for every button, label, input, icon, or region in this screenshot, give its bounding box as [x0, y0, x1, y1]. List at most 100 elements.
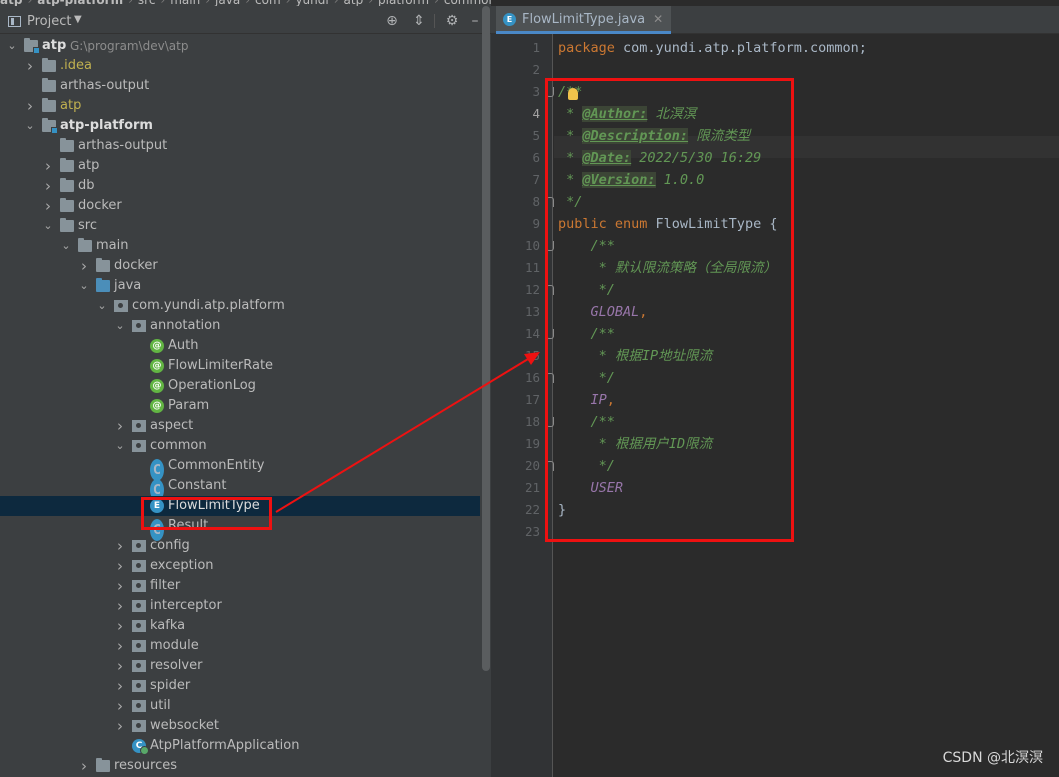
- tab-flowlimittype[interactable]: E FlowLimitType.java ✕: [496, 6, 672, 34]
- tree-item-label: AtpPlatformApplication: [150, 738, 300, 753]
- line-number: 2: [532, 62, 540, 77]
- tree-item[interactable]: › .idea: [0, 56, 480, 76]
- line-number: 12: [524, 282, 540, 297]
- tree-item[interactable]: ⌄ atp-platform: [0, 116, 480, 136]
- tree-item[interactable]: @ Auth: [0, 336, 480, 356]
- chevron-right-icon[interactable]: ›: [114, 556, 126, 576]
- tree-item[interactable]: C AtpPlatformApplication: [0, 736, 480, 756]
- folder-icon: [96, 758, 110, 772]
- gear-icon[interactable]: ⚙: [443, 12, 461, 30]
- collapse-icon[interactable]: ⇕: [410, 12, 428, 30]
- tree-item[interactable]: › kafka: [0, 616, 480, 636]
- tree-item[interactable]: ⌄ com.yundi.atp.platform: [0, 296, 480, 316]
- tree-item[interactable]: @ FlowLimiterRate: [0, 356, 480, 376]
- chevron-right-icon[interactable]: ›: [42, 196, 54, 216]
- chevron-right-icon[interactable]: ›: [114, 616, 126, 636]
- project-panel-title[interactable]: Project: [27, 14, 71, 29]
- folder-icon: [96, 278, 110, 292]
- chevron-right-icon[interactable]: ›: [24, 56, 36, 76]
- line-number: 5: [532, 128, 540, 143]
- tree-item[interactable]: › atp: [0, 156, 480, 176]
- chevron-down-icon[interactable]: ⌄: [42, 216, 54, 236]
- chevron-right-icon[interactable]: ›: [114, 416, 126, 436]
- chevron-down-icon[interactable]: ⌄: [24, 116, 36, 136]
- package-icon: [132, 680, 146, 692]
- tree-item[interactable]: ⌄ common: [0, 436, 480, 456]
- tree-item[interactable]: ⌄ main: [0, 236, 480, 256]
- tree-item-label: websocket: [150, 718, 219, 733]
- app-class-icon: C: [132, 739, 149, 755]
- package-icon: [132, 720, 146, 732]
- watermark: CSDN @北溟溟: [942, 750, 1043, 766]
- code-token: com.yundi.atp.platform.common;: [614, 40, 867, 56]
- line-number: 6: [532, 150, 540, 165]
- tree-item[interactable]: › util: [0, 696, 480, 716]
- tree-item[interactable]: › filter: [0, 576, 480, 596]
- tree-item[interactable]: › config: [0, 536, 480, 556]
- tree-item[interactable]: › atp: [0, 96, 480, 116]
- tree-item[interactable]: ⌄ java: [0, 276, 480, 296]
- chevron-right-icon[interactable]: ›: [42, 156, 54, 176]
- chevron-right-icon[interactable]: ›: [42, 176, 54, 196]
- tree-item-label: CommonEntity: [168, 458, 265, 473]
- package-icon: [132, 440, 146, 452]
- chevron-right-icon[interactable]: ›: [114, 656, 126, 676]
- tree-item-label: Auth: [168, 338, 199, 353]
- chevron-right-icon[interactable]: ›: [78, 756, 90, 776]
- chevron-right-icon[interactable]: ›: [114, 696, 126, 716]
- tree-item[interactable]: › resolver: [0, 656, 480, 676]
- chevron-right-icon[interactable]: ›: [114, 636, 126, 656]
- chevron-right-icon[interactable]: ›: [114, 536, 126, 556]
- chevron-down-icon[interactable]: ⌄: [6, 36, 18, 56]
- folder-icon: [96, 258, 110, 272]
- chevron-right-icon[interactable]: ›: [114, 716, 126, 736]
- chevron-down-icon[interactable]: ⌄: [96, 296, 108, 316]
- chevron-down-icon[interactable]: ⌄: [78, 276, 90, 296]
- package-icon: [132, 640, 146, 652]
- project-panel-header: Project ▼ ⊕ ⇕ ⚙ –: [0, 6, 491, 34]
- tree-item-label: filter: [150, 578, 181, 593]
- package-icon: [132, 420, 146, 432]
- tree-item[interactable]: › aspect: [0, 416, 480, 436]
- target-icon[interactable]: ⊕: [383, 12, 401, 30]
- tree-item[interactable]: › websocket: [0, 716, 480, 736]
- tree-item[interactable]: ⌄ atp G:\program\dev\atp: [0, 36, 480, 56]
- tree-item[interactable]: › exception: [0, 556, 480, 576]
- tree-item[interactable]: @ OperationLog: [0, 376, 480, 396]
- chevron-right-icon[interactable]: ›: [24, 96, 36, 116]
- chevron-right-icon[interactable]: ›: [114, 596, 126, 616]
- chevron-down-icon[interactable]: ▼: [74, 14, 82, 25]
- folder-icon: [60, 158, 74, 172]
- tree-item[interactable]: › spider: [0, 676, 480, 696]
- line-number: 9: [532, 216, 540, 231]
- tree-item[interactable]: › module: [0, 636, 480, 656]
- chevron-down-icon[interactable]: ⌄: [114, 316, 126, 336]
- chevron-down-icon[interactable]: ⌄: [60, 236, 72, 256]
- tree-item-label: arthas-output: [60, 78, 150, 93]
- chevron-right-icon[interactable]: ›: [114, 576, 126, 596]
- chevron-right-icon[interactable]: ›: [78, 256, 90, 276]
- project-tree-scrollbar[interactable]: [482, 6, 490, 671]
- tree-item-label: aspect: [150, 418, 194, 433]
- tree-item[interactable]: arthas-output: [0, 136, 480, 156]
- annotation-icon: @: [150, 399, 164, 413]
- tree-item[interactable]: C Constant: [0, 476, 480, 501]
- tree-item[interactable]: › db: [0, 176, 480, 196]
- tree-item-label: docker: [78, 198, 122, 213]
- tree-item[interactable]: arthas-output: [0, 76, 480, 96]
- tree-item[interactable]: C CommonEntity: [0, 456, 480, 481]
- chevron-right-icon[interactable]: ›: [114, 676, 126, 696]
- tree-item[interactable]: › resources: [0, 756, 480, 776]
- tree-item[interactable]: @ Param: [0, 396, 480, 416]
- tree-item[interactable]: › docker: [0, 196, 480, 216]
- line-number: 10: [524, 238, 540, 253]
- tree-item-label: spider: [150, 678, 191, 693]
- tree-item[interactable]: ⌄ src: [0, 216, 480, 236]
- close-icon[interactable]: ✕: [653, 12, 663, 26]
- annotation-icon: @: [150, 359, 164, 373]
- highlight-box-tree-item: [141, 497, 272, 530]
- tree-item[interactable]: ⌄ annotation: [0, 316, 480, 336]
- chevron-down-icon[interactable]: ⌄: [114, 436, 126, 456]
- tree-item[interactable]: › interceptor: [0, 596, 480, 616]
- tree-item[interactable]: › docker: [0, 256, 480, 276]
